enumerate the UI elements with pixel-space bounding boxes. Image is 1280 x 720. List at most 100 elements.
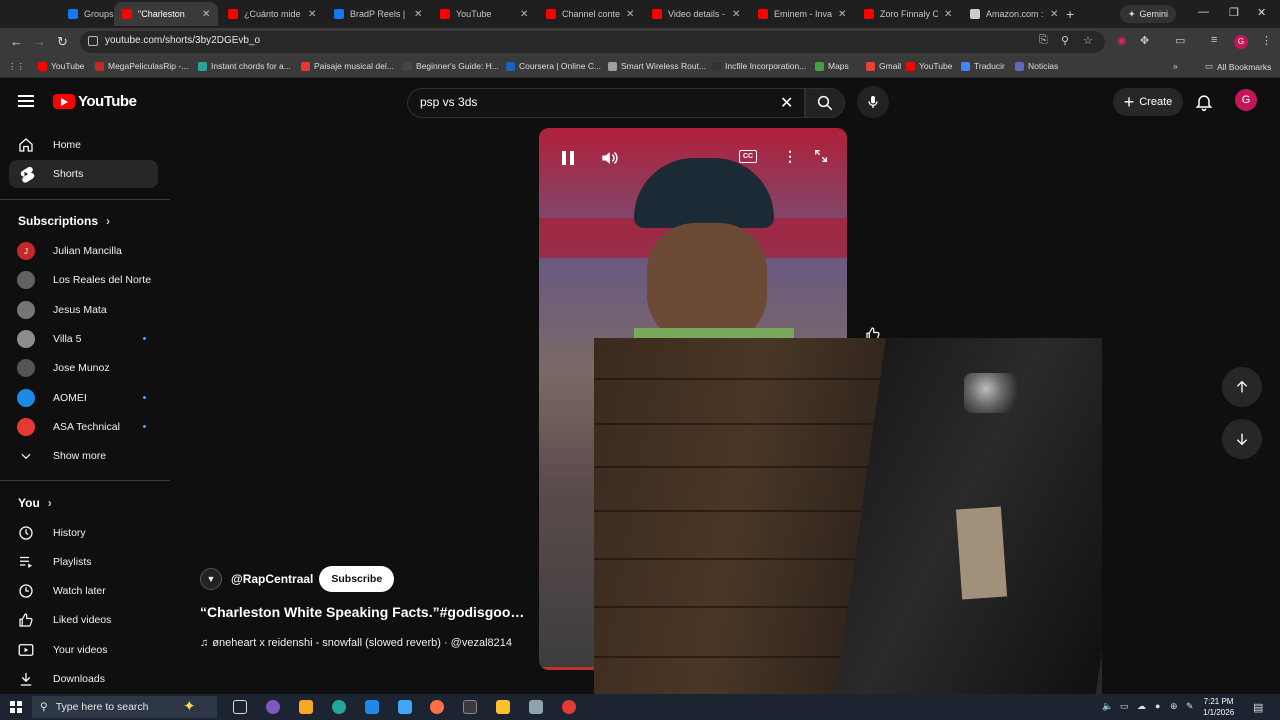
video-title[interactable]: “Charleston White Speaking Facts.”#godis…	[200, 604, 530, 620]
browser-tab[interactable]: YouTube ✕	[432, 2, 536, 26]
minimize-icon[interactable]: —	[1198, 6, 1209, 18]
file-explorer-icon[interactable]	[496, 700, 510, 714]
notifications-bell-icon[interactable]	[1194, 92, 1214, 112]
tab-close-icon[interactable]: ✕	[1050, 9, 1058, 20]
bookmark-item[interactable]: Incfile Incorporation...	[712, 61, 806, 71]
tab-close-icon[interactable]: ✕	[520, 9, 528, 20]
site-info-icon[interactable]	[88, 36, 98, 46]
sidebar-item-downloads[interactable]: Downloads	[9, 665, 158, 693]
gemini-button[interactable]: ✦ Gemini	[1120, 5, 1177, 23]
show-more-button[interactable]: Show more	[9, 442, 158, 470]
sidebar-item-watch-later[interactable]: Watch later	[9, 577, 158, 605]
volume-tray-icon[interactable]: 🔈	[1102, 701, 1113, 712]
media-icon[interactable]: ≡	[1211, 34, 1217, 46]
profile-avatar[interactable]: G	[1234, 35, 1248, 49]
taskbar-app-icon[interactable]	[398, 700, 412, 714]
all-bookmarks[interactable]: ▭ All Bookmarks	[1205, 61, 1271, 72]
taskbar-app-icon[interactable]	[299, 700, 313, 714]
forward-icon[interactable]: →	[33, 34, 46, 49]
back-icon[interactable]: ←	[10, 34, 23, 49]
subscription-item[interactable]: AOMEI	[9, 384, 158, 412]
bookmarks-overflow-icon[interactable]: »	[1173, 61, 1178, 71]
music-row[interactable]: ♫ øneheart x reidenshi - snowfall (slowed…	[200, 637, 527, 649]
browser-tab[interactable]: Channel conten ✕	[538, 2, 642, 26]
tab-close-icon[interactable]: ✕	[308, 9, 316, 20]
microphone-tray-icon[interactable]: ●	[1155, 701, 1160, 711]
next-short-button[interactable]	[1222, 419, 1262, 459]
you-heading[interactable]: You ›	[18, 496, 52, 510]
browser-tab[interactable]: Amazon.com : b ✕	[962, 2, 1066, 26]
sidebar-item-your-videos[interactable]: Your videos	[9, 636, 158, 664]
bookmark-item[interactable]: Gmail	[866, 61, 901, 71]
voice-search-button[interactable]	[857, 86, 889, 118]
tab-close-icon[interactable]: ✕	[838, 9, 846, 20]
network-tray-icon[interactable]: ▭	[1120, 701, 1129, 712]
hamburger-menu-icon[interactable]	[18, 95, 34, 107]
sidebar-item-liked-videos[interactable]: Liked videos	[9, 606, 158, 634]
subscription-item[interactable]: Jose Munoz	[9, 354, 158, 382]
tab-close-icon[interactable]: ✕	[732, 9, 740, 20]
taskbar-app-icon[interactable]	[463, 700, 477, 714]
taskbar-app-icon[interactable]	[529, 700, 543, 714]
account-avatar[interactable]: G	[1235, 89, 1257, 111]
browser-menu-icon[interactable]: ⋮	[1261, 34, 1272, 47]
channel-avatar[interactable]: ▼	[200, 568, 222, 590]
notifications-tray-icon[interactable]: ▤	[1253, 701, 1263, 714]
captions-icon[interactable]: CC	[739, 150, 757, 163]
pause-icon[interactable]	[561, 150, 575, 166]
edge-icon[interactable]	[332, 700, 346, 714]
browser-tab[interactable]: Eminem - Invas ✕	[750, 2, 854, 26]
restore-icon[interactable]: ❐	[1229, 6, 1239, 19]
channel-name[interactable]: @RapCentraal	[231, 572, 313, 586]
browser-tab[interactable]: "Charleston ✕	[114, 2, 218, 26]
cloud-tray-icon[interactable]: ☁	[1137, 701, 1146, 712]
search-box[interactable]: ✕	[407, 88, 805, 118]
browser-tab[interactable]: Video details - Y ✕	[644, 2, 748, 26]
bookmark-item[interactable]: Maps	[815, 61, 849, 71]
install-icon[interactable]: ⎘	[1039, 34, 1048, 47]
subscription-item[interactable]: Jesus Mata	[9, 296, 158, 324]
clear-search-icon[interactable]: ✕	[780, 93, 793, 113]
more-options-icon[interactable]: ⋮	[783, 148, 797, 165]
location-tray-icon[interactable]: ⊕	[1170, 701, 1178, 712]
windows-start-icon[interactable]	[10, 701, 22, 713]
tab-close-icon[interactable]: ✕	[626, 9, 634, 20]
bookmark-item[interactable]: YouTube	[38, 61, 84, 71]
bookmark-item[interactable]: Instant chords for a...	[198, 61, 291, 71]
create-button[interactable]: + Create	[1113, 88, 1183, 116]
bookmark-item[interactable]: Noticias	[1015, 61, 1058, 71]
new-tab-button[interactable]: +	[1066, 6, 1074, 22]
volume-icon[interactable]	[599, 148, 619, 168]
apps-grid-icon[interactable]: ⋮⋮	[8, 61, 25, 72]
bookmark-item[interactable]: Traducir	[961, 61, 1005, 71]
zoom-icon[interactable]: ⚲	[1061, 34, 1069, 47]
address-url[interactable]: youtube.com/shorts/3by2DGEvb_o	[105, 35, 260, 46]
browser-tab[interactable]: Zoro Finnaly Op ✕	[856, 2, 960, 26]
cast-icon[interactable]: ▭	[1175, 34, 1185, 47]
subscribe-button[interactable]: Subscribe	[319, 566, 395, 592]
task-view-icon[interactable]	[233, 700, 247, 714]
sidebar-item-home[interactable]: Home	[9, 131, 158, 159]
subscription-item[interactable]: Villa 5	[9, 325, 158, 353]
extensions-puzzle-icon[interactable]: ✥	[1140, 34, 1149, 47]
tab-close-icon[interactable]: ✕	[944, 9, 952, 20]
sidebar-item-history[interactable]: History	[9, 519, 158, 547]
taskbar-clock[interactable]: 7:21 PM 1/1/2026	[1203, 696, 1234, 718]
subscription-item[interactable]: ASA Technical	[9, 413, 158, 441]
bookmark-item[interactable]: Paisaje musical del...	[301, 61, 394, 71]
search-button[interactable]	[805, 88, 845, 118]
bookmark-item[interactable]: MegaPeliculasRip -...	[95, 61, 188, 71]
sidebar-item-shorts[interactable]: Shorts	[9, 160, 158, 188]
bookmark-star-icon[interactable]: ☆	[1083, 34, 1093, 47]
previous-short-button[interactable]	[1222, 367, 1262, 407]
bookmark-item[interactable]: Beginner's Guide: H...	[403, 61, 499, 71]
chrome-icon[interactable]	[562, 700, 576, 714]
youtube-logo[interactable]: YouTube	[53, 93, 137, 110]
tab-close-icon[interactable]: ✕	[414, 9, 422, 20]
extension-icon[interactable]: ◉	[1117, 34, 1127, 47]
taskbar-app-icon[interactable]	[365, 700, 379, 714]
expand-icon[interactable]	[813, 148, 829, 164]
browser-tab[interactable]: ¿Cuánto mide c ✕	[220, 2, 324, 26]
taskbar-app-icon[interactable]	[430, 700, 444, 714]
bookmark-item[interactable]: Smart Wireless Rout...	[608, 61, 706, 71]
